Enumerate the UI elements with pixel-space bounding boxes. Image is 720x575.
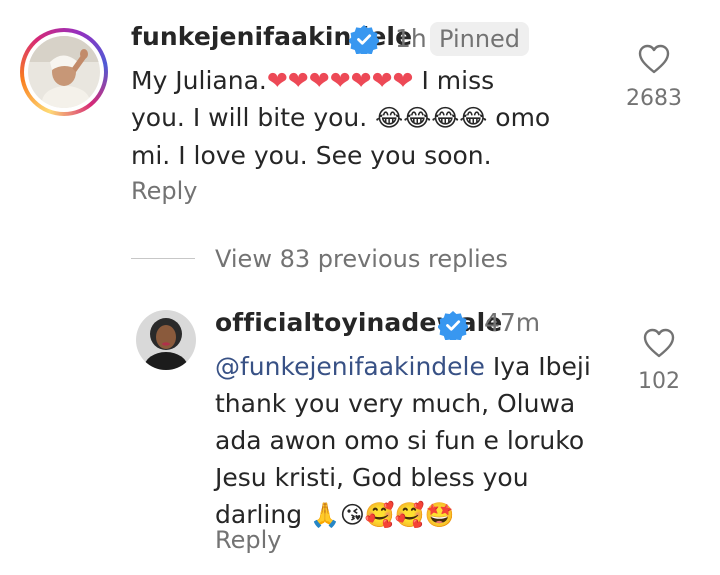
avatar[interactable]	[28, 36, 100, 108]
reply-text-line: Iya Ibeji	[484, 352, 591, 381]
reply-avatar[interactable]	[136, 310, 196, 370]
reply-button[interactable]: Reply	[131, 177, 197, 205]
avatar-photo-icon	[136, 310, 196, 370]
comment-text-line: mi. I love you. See you soon.	[131, 141, 492, 170]
verified-badge-icon	[437, 310, 469, 344]
reply-text: @funkejenifaakindele Iya Ibeji thank you…	[215, 348, 615, 534]
pinned-badge: Pinned	[430, 22, 530, 56]
comment-time: 1h	[395, 24, 427, 53]
reply-text-line: Jesu kristi, God bless you	[215, 463, 529, 492]
reply-text-line: darling	[215, 500, 311, 529]
reply-text-line: thank you very much, Oluwa	[215, 389, 576, 418]
mention-link[interactable]: @funkejenifaakindele	[215, 352, 485, 381]
avatar-photo-icon	[28, 36, 100, 108]
comment-text-line: I miss	[413, 66, 495, 95]
like-heart-icon[interactable]	[638, 44, 670, 78]
reply-emojis: 🙏😘🥰🥰🤩	[310, 501, 455, 529]
verified-badge-icon	[348, 24, 380, 58]
like-count: 102	[638, 369, 680, 394]
view-previous-replies-button[interactable]: View 83 previous replies	[215, 245, 508, 273]
replies-divider	[131, 258, 195, 259]
comment-text-line: you. I will bite you.	[131, 103, 376, 132]
reply-button[interactable]: Reply	[215, 526, 281, 554]
like-heart-icon[interactable]	[643, 328, 675, 362]
laughing-emojis: 😂😂😂😂	[375, 104, 488, 132]
reply-time: 47m	[484, 308, 541, 337]
heart-emojis: ❤❤❤❤❤❤❤	[266, 66, 414, 95]
comment-text-line: omo	[487, 103, 551, 132]
like-count: 2683	[626, 86, 682, 111]
reply-text-line: ada awon omo si fun e loruko	[215, 426, 585, 455]
comment-text: My Juliana.❤❤❤❤❤❤❤ I miss you. I will bi…	[131, 62, 611, 174]
comment-text-line: My Juliana.	[131, 66, 267, 95]
